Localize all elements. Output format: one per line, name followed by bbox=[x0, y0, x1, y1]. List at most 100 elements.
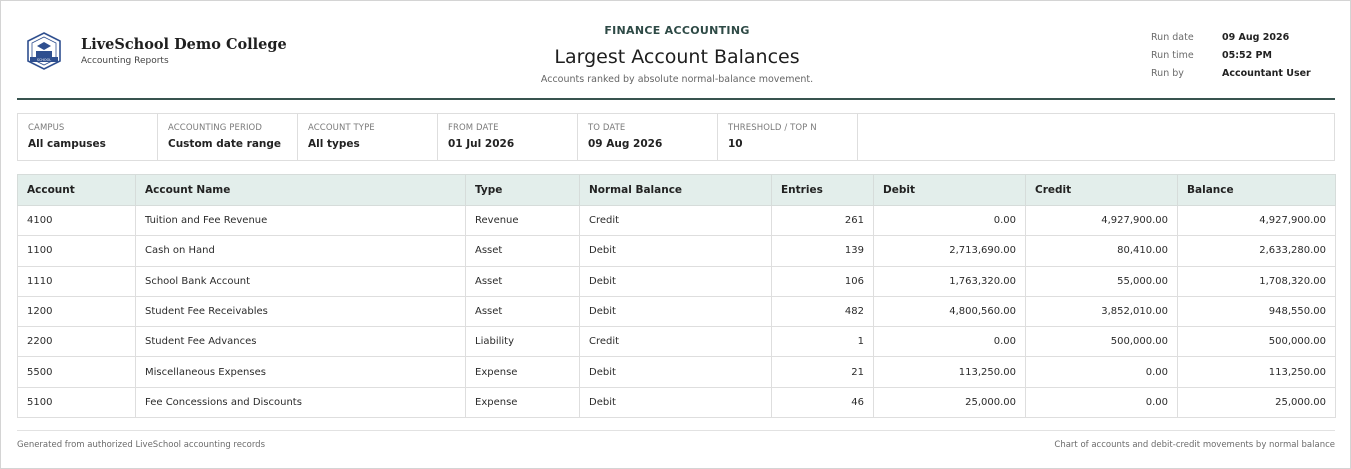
filter-value: Custom date range bbox=[168, 138, 282, 150]
cell-balance: 500,000.00 bbox=[1177, 326, 1336, 358]
column-header-type: Type bbox=[465, 174, 580, 206]
cell-type: Asset bbox=[465, 295, 580, 328]
cell-normal-balance: Debit bbox=[579, 386, 772, 419]
run-date-row: Run date 09 Aug 2026 bbox=[1151, 28, 1311, 46]
table-row: 5500 Miscellaneous Expenses Expense Debi… bbox=[17, 356, 1336, 388]
filter-label: ACCOUNT TYPE bbox=[308, 123, 375, 133]
cell-account-name: Fee Concessions and Discounts bbox=[135, 386, 466, 419]
filter-value: All types bbox=[308, 138, 360, 150]
cell-account-name: Cash on Hand bbox=[135, 235, 466, 267]
filter-label: THRESHOLD / TOP N bbox=[728, 123, 817, 133]
run-time-value: 05:52 PM bbox=[1222, 49, 1272, 61]
cell-entries: 261 bbox=[771, 204, 874, 237]
cell-balance: 113,250.00 bbox=[1177, 356, 1336, 388]
column-header-credit: Credit bbox=[1025, 174, 1178, 206]
cell-entries: 46 bbox=[771, 386, 874, 419]
cell-entries: 106 bbox=[771, 265, 874, 297]
table-header-row: Account Account Name Type Normal Balance… bbox=[17, 174, 1336, 206]
report-title-block: FINANCE ACCOUNTING Largest Account Balan… bbox=[477, 24, 877, 85]
account-balances-table: Account Account Name Type Normal Balance… bbox=[17, 174, 1336, 419]
cell-normal-balance: Debit bbox=[579, 235, 772, 267]
column-header-entries: Entries bbox=[771, 174, 874, 206]
filter-campus: CAMPUS All campuses bbox=[18, 114, 158, 160]
cell-account: 1110 bbox=[17, 265, 136, 297]
filter-summary: CAMPUS All campuses ACCOUNTING PERIOD Cu… bbox=[17, 113, 1335, 161]
cell-credit: 4,927,900.00 bbox=[1025, 204, 1178, 237]
run-date-label: Run date bbox=[1151, 31, 1194, 43]
cell-entries: 1 bbox=[771, 326, 874, 358]
cell-account: 4100 bbox=[17, 204, 136, 237]
run-time-label: Run time bbox=[1151, 49, 1194, 61]
report-page: SCHOOL LiveSchool Demo College Accountin… bbox=[0, 0, 1351, 469]
cell-debit: 4,800,560.00 bbox=[873, 295, 1026, 328]
cell-account-name: Tuition and Fee Revenue bbox=[135, 204, 466, 237]
cell-debit: 25,000.00 bbox=[873, 386, 1026, 419]
cell-type: Expense bbox=[465, 356, 580, 388]
filter-label: ACCOUNTING PERIOD bbox=[168, 123, 262, 133]
cell-debit: 2,713,690.00 bbox=[873, 235, 1026, 267]
filter-to-date: TO DATE 09 Aug 2026 bbox=[578, 114, 718, 160]
school-crest-icon: SCHOOL bbox=[27, 32, 61, 70]
cell-account-name: Student Fee Receivables bbox=[135, 295, 466, 328]
college-name: LiveSchool Demo College bbox=[81, 36, 287, 53]
column-header-balance: Balance bbox=[1177, 174, 1336, 206]
table-row: 2200 Student Fee Advances Liability Cred… bbox=[17, 326, 1336, 358]
cell-entries: 21 bbox=[771, 356, 874, 388]
cell-debit: 113,250.00 bbox=[873, 356, 1026, 388]
report-kicker: FINANCE ACCOUNTING bbox=[604, 24, 750, 37]
table-row: 1110 School Bank Account Asset Debit 106… bbox=[17, 265, 1336, 297]
report-subtitle: Accounts ranked by absolute normal-balan… bbox=[540, 74, 814, 85]
cell-credit: 80,410.00 bbox=[1025, 235, 1178, 267]
report-header: SCHOOL LiveSchool Demo College Accountin… bbox=[17, 1, 1335, 100]
cell-balance: 948,550.00 bbox=[1177, 295, 1336, 328]
cell-account: 5100 bbox=[17, 386, 136, 419]
cell-type: Liability bbox=[465, 326, 580, 358]
cell-credit: 0.00 bbox=[1025, 356, 1178, 388]
filter-accounting-period: ACCOUNTING PERIOD Custom date range bbox=[158, 114, 298, 160]
footer-left-note: Generated from authorized LiveSchool acc… bbox=[17, 440, 266, 450]
cell-normal-balance: Debit bbox=[579, 295, 772, 328]
cell-debit: 1,763,320.00 bbox=[873, 265, 1026, 297]
cell-balance: 25,000.00 bbox=[1177, 386, 1336, 419]
filter-value: 09 Aug 2026 bbox=[588, 138, 663, 150]
cell-type: Asset bbox=[465, 265, 580, 297]
cell-credit: 500,000.00 bbox=[1025, 326, 1178, 358]
column-header-normal-balance: Normal Balance bbox=[579, 174, 772, 206]
cell-account: 5500 bbox=[17, 356, 136, 388]
cell-entries: 139 bbox=[771, 235, 874, 267]
page-title: Largest Account Balances bbox=[554, 46, 800, 68]
cell-normal-balance: Debit bbox=[579, 356, 772, 388]
cell-type: Asset bbox=[465, 235, 580, 267]
run-date-value: 09 Aug 2026 bbox=[1222, 31, 1290, 43]
column-header-account-name: Account Name bbox=[135, 174, 466, 206]
filter-value: 10 bbox=[728, 138, 743, 150]
filter-threshold-top-n: THRESHOLD / TOP N 10 bbox=[718, 114, 858, 160]
filter-label: FROM DATE bbox=[448, 123, 499, 133]
cell-type: Expense bbox=[465, 386, 580, 419]
cell-account: 2200 bbox=[17, 326, 136, 358]
run-time-row: Run time 05:52 PM bbox=[1151, 46, 1311, 64]
filter-from-date: FROM DATE 01 Jul 2026 bbox=[438, 114, 578, 160]
logo-wordmark: SCHOOL bbox=[37, 58, 51, 62]
run-info: Run date 09 Aug 2026 Run time 05:52 PM R… bbox=[1151, 28, 1311, 82]
cell-credit: 0.00 bbox=[1025, 386, 1178, 419]
run-by-row: Run by Accountant User bbox=[1151, 64, 1311, 82]
column-header-account: Account bbox=[17, 174, 136, 206]
table-row: 4100 Tuition and Fee Revenue Revenue Cre… bbox=[17, 204, 1336, 237]
filter-value: All campuses bbox=[28, 138, 106, 150]
footer-right-note: Chart of accounts and debit-credit movem… bbox=[1054, 440, 1335, 450]
column-header-debit: Debit bbox=[873, 174, 1026, 206]
cell-normal-balance: Debit bbox=[579, 265, 772, 297]
cell-account-name: Student Fee Advances bbox=[135, 326, 466, 358]
run-by-value: Accountant User bbox=[1222, 67, 1311, 79]
report-footer: Generated from authorized LiveSchool acc… bbox=[17, 430, 1335, 450]
cell-balance: 4,927,900.00 bbox=[1177, 204, 1336, 237]
cell-debit: 0.00 bbox=[873, 204, 1026, 237]
filter-value: 01 Jul 2026 bbox=[448, 138, 515, 150]
cell-debit: 0.00 bbox=[873, 326, 1026, 358]
cell-account: 1200 bbox=[17, 295, 136, 328]
cell-normal-balance: Credit bbox=[579, 326, 772, 358]
cell-type: Revenue bbox=[465, 204, 580, 237]
filter-label: CAMPUS bbox=[28, 123, 65, 133]
table-row: 1100 Cash on Hand Asset Debit 139 2,713,… bbox=[17, 235, 1336, 267]
